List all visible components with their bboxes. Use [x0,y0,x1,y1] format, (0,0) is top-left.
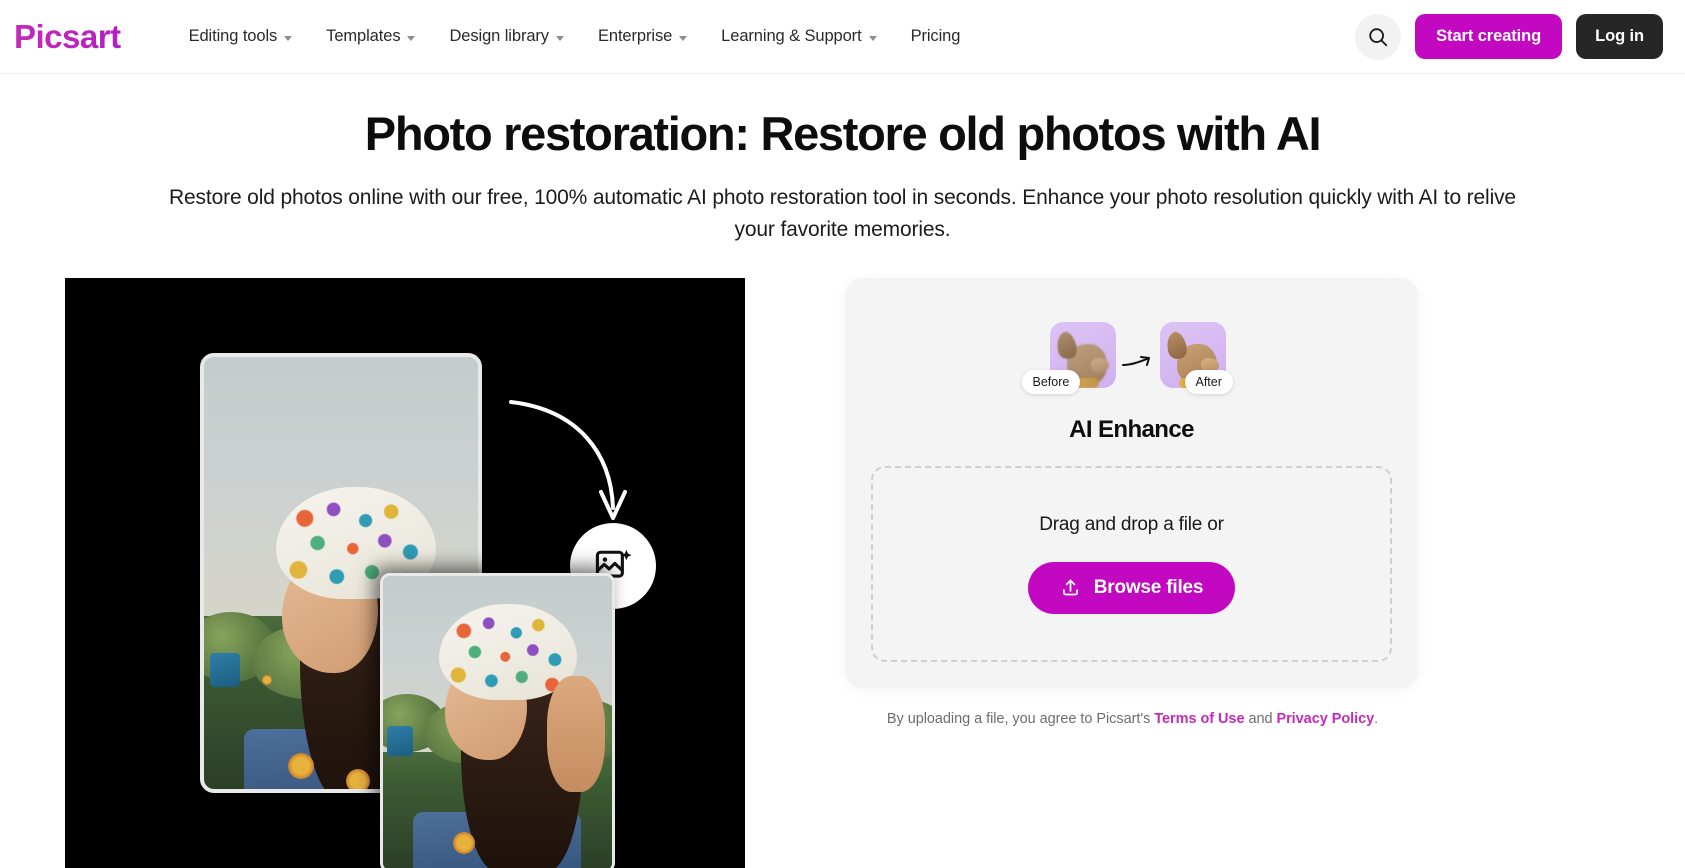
before-badge: Before [1021,369,1081,394]
nav-links: Editing tools Templates Design library E… [189,27,961,46]
page-title: Photo restoration: Restore old photos wi… [364,107,1322,160]
hero-visual-panel [65,277,745,868]
dropzone-instruction: Drag and drop a file or [1039,513,1224,535]
nav-item-label: Design library [449,27,549,45]
legal-disclaimer: By uploading a file, you agree to Picsar… [845,711,1420,727]
nav-item-design-library[interactable]: Design library [449,27,564,46]
photo-after-preview [380,572,615,868]
browse-files-button[interactable]: Browse files [1027,561,1236,614]
search-button[interactable] [1355,13,1402,60]
legal-middle: and [1244,710,1277,727]
before-after-preview: Before After [1021,321,1242,408]
nav-item-label: Editing tools [188,27,278,45]
nav-item-label: Learning & Support [721,27,862,45]
photo-content [383,575,612,868]
card-title: AI Enhance [1069,415,1194,443]
hero-header: Photo restoration: Restore old photos wi… [0,74,1685,246]
upload-icon [1062,579,1078,596]
file-dropzone[interactable]: Drag and drop a file or Browse files [871,465,1392,662]
legal-prefix: By uploading a file, you agree to Picsar… [886,710,1155,727]
chevron-down-icon [679,35,688,41]
nav-item-learning-support[interactable]: Learning & Support [721,27,877,46]
nav-item-label: Enterprise [597,27,673,45]
nav-item-editing-tools[interactable]: Editing tools [189,27,293,46]
arrow-right-icon [1121,355,1150,366]
ai-enhance-upload-card: Before After AI Enhance Drag and drop a … [845,277,1418,688]
nav-item-label: Templates [326,27,401,45]
chevron-down-icon [555,35,564,41]
browse-files-label: Browse files [1093,576,1204,598]
nav-item-templates[interactable]: Templates [326,27,416,46]
start-creating-button[interactable]: Start creating [1415,14,1563,59]
nav-actions: Start creating Log in [1355,13,1663,60]
nav-item-label: Pricing [910,27,961,45]
chevron-down-icon [868,35,877,41]
main-content: Before After AI Enhance Drag and drop a … [0,277,1685,868]
page-subtitle: Restore old photos online with our free,… [169,185,1516,241]
chevron-down-icon [407,35,416,41]
curved-arrow-icon [509,399,627,520]
after-badge: After [1184,369,1233,394]
top-navigation-bar: Picsart Editing tools Templates Design l… [0,0,1685,74]
log-in-button[interactable]: Log in [1576,14,1663,59]
upload-section: Before After AI Enhance Drag and drop a … [845,277,1420,868]
search-icon [1369,27,1388,46]
picsart-logo[interactable]: Picsart [12,20,121,53]
privacy-policy-link[interactable]: Privacy Policy [1276,711,1374,727]
nav-item-pricing[interactable]: Pricing [911,27,961,46]
terms-of-use-link[interactable]: Terms of Use [1154,711,1244,727]
legal-suffix: . [1374,710,1379,727]
nav-item-enterprise[interactable]: Enterprise [597,27,688,46]
chevron-down-icon [284,35,293,41]
